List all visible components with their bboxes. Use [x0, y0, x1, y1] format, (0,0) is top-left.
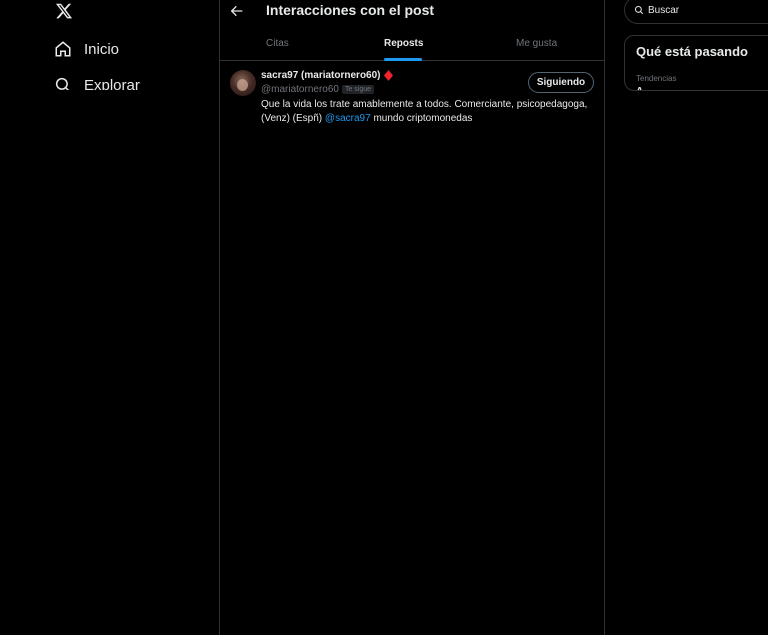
nav-item-home[interactable]: Inicio	[54, 37, 119, 61]
avatar[interactable]	[230, 70, 256, 96]
trend-item-partial[interactable]: A	[636, 86, 643, 90]
user-handle-line: @mariatornero60 Te sigue	[261, 84, 375, 95]
bio-tail: mundo criptomonedas	[373, 113, 473, 124]
main-column: Interacciones con el post Citas Reposts …	[220, 0, 604, 635]
header: Interacciones con el post	[220, 0, 604, 24]
trends-panel: Qué está pasando Tendencias A	[624, 35, 768, 91]
nav-item-explore-label: Explorar	[84, 77, 140, 90]
search-input[interactable]	[648, 4, 768, 16]
page: Inicio Explorar Interacciones con el pos…	[0, 0, 768, 635]
search-box[interactable]	[624, 0, 768, 24]
user-display-name[interactable]: sacra97 (mariatornero60)	[261, 70, 381, 81]
right-column: Qué está pasando Tendencias A	[605, 0, 768, 635]
x-logo-icon[interactable]	[55, 2, 73, 20]
user-handle[interactable]: @mariatornero60	[261, 84, 339, 95]
user-bio: Que la vida los trate amablemente a todo…	[261, 98, 596, 126]
user-name-line: sacra97 (mariatornero60)	[261, 70, 393, 81]
tab-reposts[interactable]: Reposts	[384, 38, 423, 49]
red-diamond-icon	[383, 70, 393, 81]
user-cell[interactable]: sacra97 (mariatornero60) @mariatornero60…	[220, 62, 604, 130]
trends-category: Tendencias	[636, 74, 677, 83]
tab-citas[interactable]: Citas	[266, 38, 289, 49]
following-button[interactable]: Siguiendo	[528, 72, 594, 93]
nav-item-home-label: Inicio	[84, 40, 120, 58]
left-nav: Inicio Explorar	[0, 0, 219, 635]
search-icon	[55, 77, 70, 90]
bio-mention-link[interactable]: @sacra97	[325, 113, 371, 124]
tab-me-gusta[interactable]: Me gusta	[516, 38, 557, 49]
back-arrow-icon[interactable]	[229, 3, 245, 19]
home-icon	[55, 41, 71, 57]
page-title: Interacciones con el post	[266, 2, 435, 18]
search-icon	[634, 5, 644, 15]
tab-bar: Citas Reposts Me gusta	[220, 24, 604, 61]
nav-item-explore[interactable]: Explorar	[54, 76, 140, 90]
trends-title: Qué está pasando	[636, 44, 748, 59]
active-tab-indicator	[384, 58, 422, 61]
follows-you-badge: Te sigue	[341, 85, 375, 94]
